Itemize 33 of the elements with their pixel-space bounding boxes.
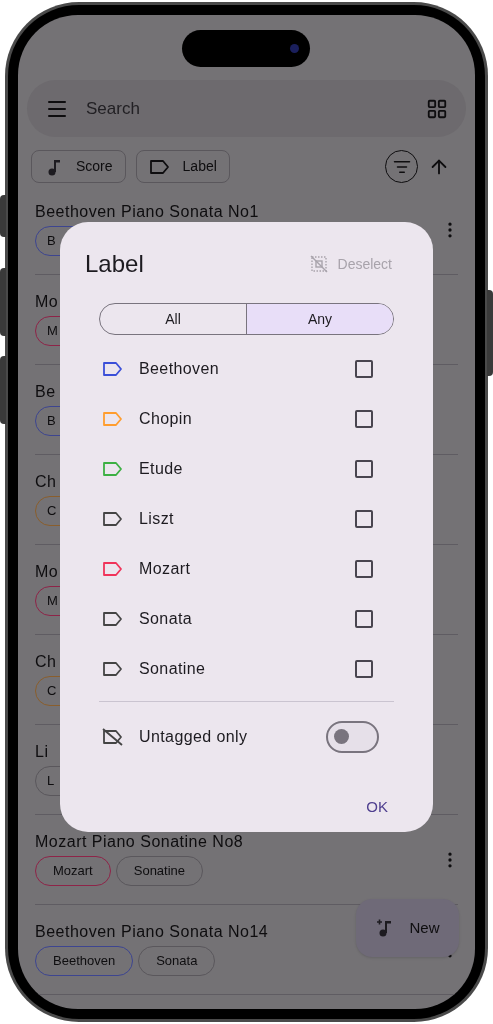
checkbox[interactable] xyxy=(355,460,373,478)
score-title: Mo xyxy=(35,563,59,580)
search-bar[interactable]: Search xyxy=(27,80,466,137)
label-name: Sonatine xyxy=(139,659,207,679)
score-title: Ch xyxy=(35,653,57,670)
filter-chip[interactable]: Label xyxy=(135,150,230,183)
filter-chip[interactable]: Score xyxy=(31,150,126,183)
new-button[interactable]: New xyxy=(356,899,459,957)
deselect-icon xyxy=(309,255,328,273)
checkbox[interactable] xyxy=(355,410,373,428)
checkbox[interactable] xyxy=(355,560,373,578)
score-title: Mozart Piano Sonatine No8 xyxy=(35,833,244,850)
grid-view-icon[interactable] xyxy=(426,97,448,120)
checkbox[interactable] xyxy=(355,610,373,628)
tag-icon xyxy=(148,157,171,176)
mode-segment[interactable]: Any xyxy=(246,304,393,334)
score-title: Beethoven Piano Sonata No1 xyxy=(35,203,259,220)
score-title: Ch xyxy=(35,473,57,490)
checkbox[interactable] xyxy=(355,660,373,678)
score-title: Mo xyxy=(35,293,59,310)
label-name: Mozart xyxy=(139,559,192,579)
label-name: Beethoven xyxy=(139,359,221,379)
score-title: Li xyxy=(35,743,49,760)
score-title: Beethoven Piano Sonata No14 xyxy=(35,923,269,940)
checkbox[interactable] xyxy=(355,360,373,378)
toggle-switch[interactable] xyxy=(326,720,379,753)
ok-button[interactable]: OK xyxy=(364,796,390,819)
untagged-label: Untagged only xyxy=(139,726,249,747)
label-name: Etude xyxy=(139,459,184,479)
checkbox[interactable] xyxy=(355,510,373,528)
search-placeholder: Search xyxy=(86,97,141,120)
untagged-icon xyxy=(102,727,124,746)
score-title: Be xyxy=(35,383,56,400)
